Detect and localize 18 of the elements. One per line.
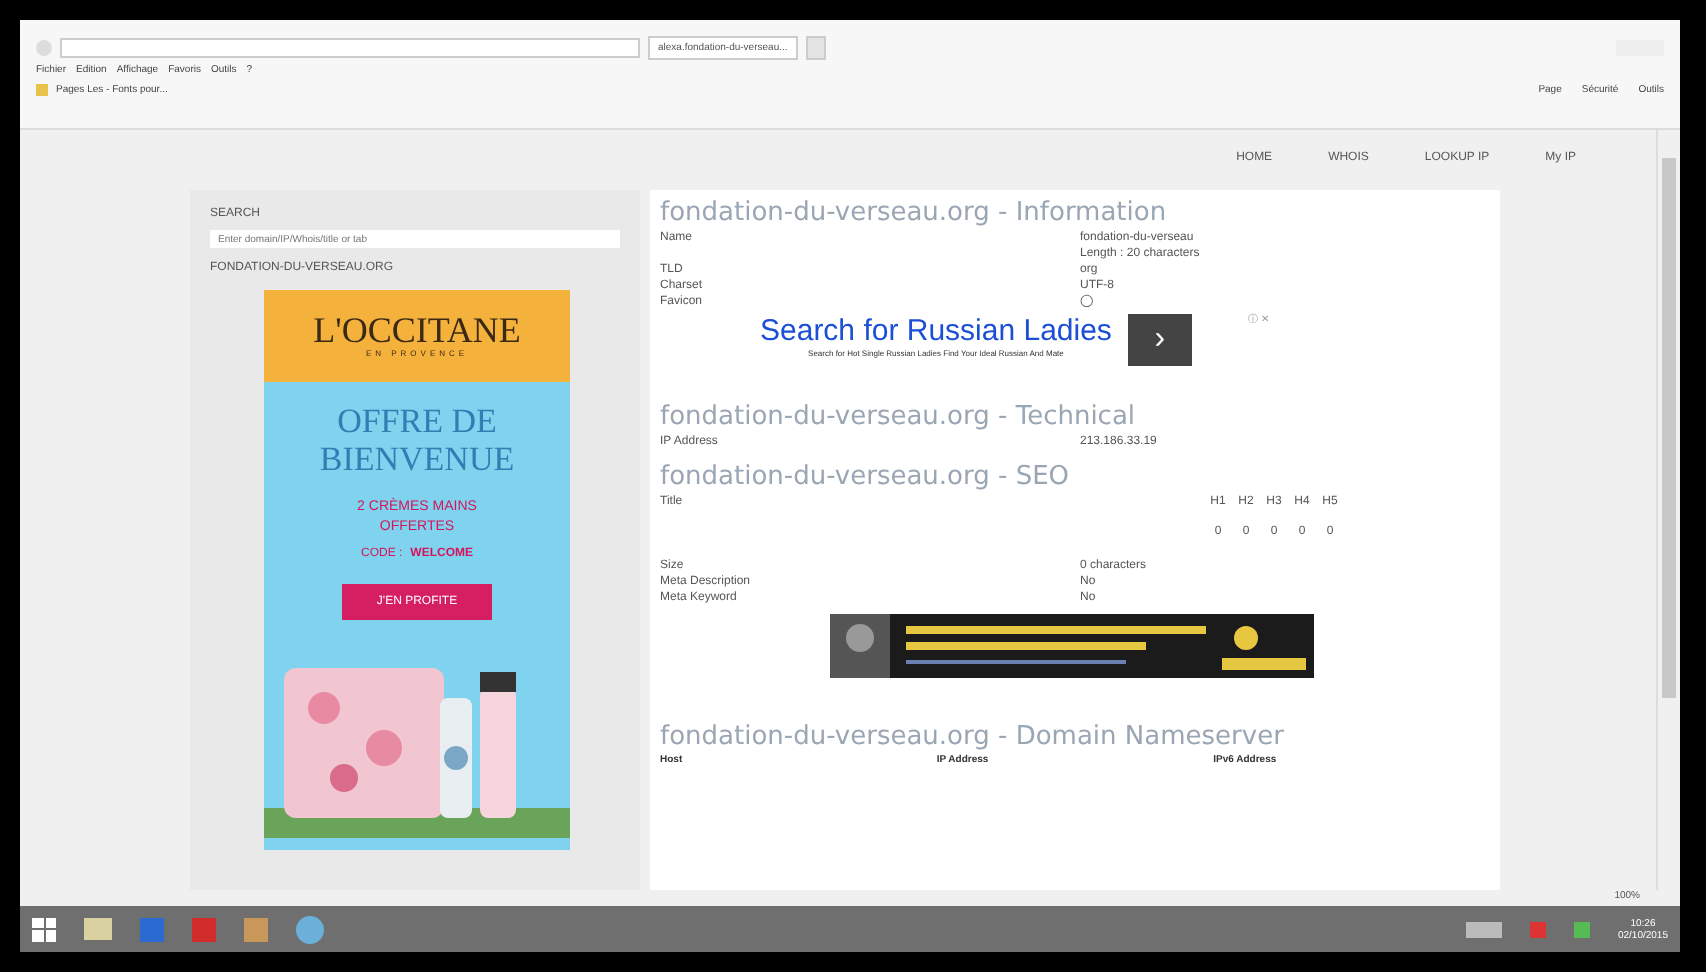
section-heading: fondation-du-verseau.org - SEO — [660, 462, 1072, 494]
scrollbar-thumb[interactable] — [1662, 158, 1676, 698]
app-icon[interactable] — [244, 917, 268, 941]
app-icon[interactable] — [192, 917, 216, 941]
tray-icon[interactable] — [1529, 921, 1546, 937]
advert-brand: L'OCCITANE — [313, 312, 521, 348]
ad-headline-link[interactable]: Search for Russian Ladies — [760, 314, 1112, 348]
address-field[interactable] — [60, 38, 640, 58]
new-tab-button[interactable] — [805, 36, 826, 60]
app-icon[interactable] — [140, 917, 164, 941]
section-heading: fondation-du-verseau.org - Information — [660, 198, 1169, 230]
section-heading: fondation-du-verseau.org - Technical — [660, 402, 1138, 434]
windows-start-icon[interactable] — [32, 917, 56, 941]
section-heading: fondation-du-verseau.org - Domain Nameserver — [660, 722, 1286, 754]
tray-icon[interactable] — [1573, 921, 1590, 937]
ad-arrow-button[interactable]: › — [1127, 314, 1192, 366]
advert-headline: OFFRE DE BIENVENUE — [317, 402, 517, 478]
tray-icon[interactable] — [1465, 921, 1502, 937]
